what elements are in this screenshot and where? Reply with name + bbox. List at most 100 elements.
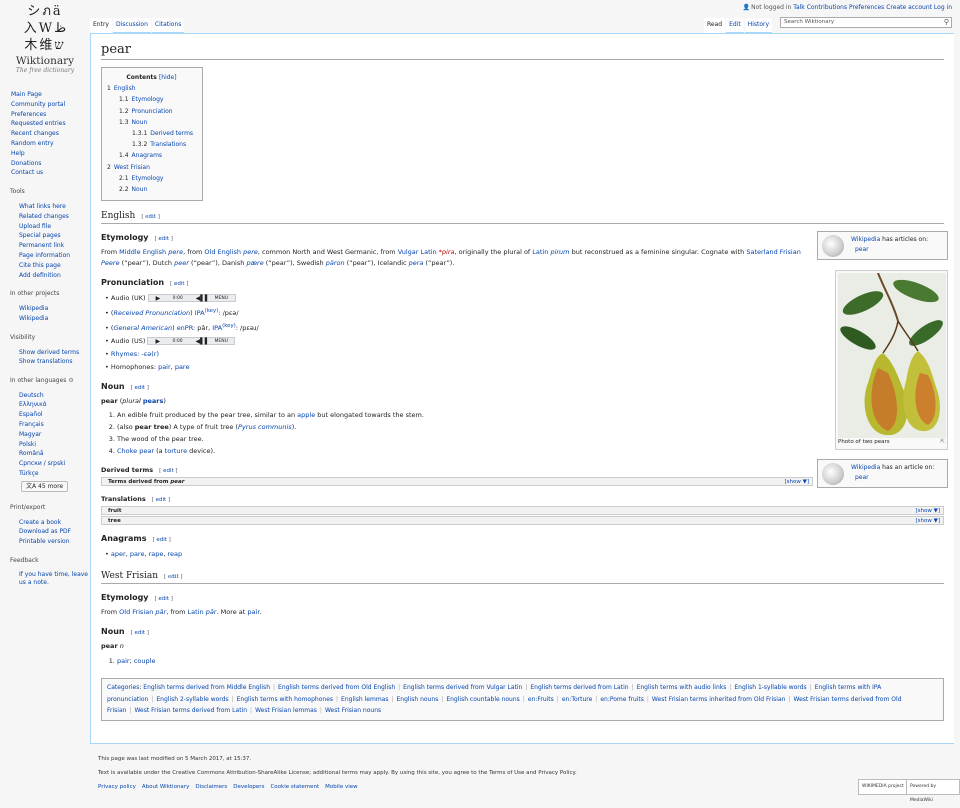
link-rhymes-label[interactable]: Rhymes: [111,350,141,358]
toc-item[interactable]: 1.3 Noun [107,117,196,128]
link-paere[interactable]: pære [246,259,263,267]
sidebar-lang-polski[interactable]: Polski [19,441,36,448]
sidebar-item-main-page[interactable]: Main Page [11,91,42,98]
link-enpr[interactable]: enPR [177,324,193,332]
sidebar-item-page-information[interactable]: Page information [19,252,70,259]
toc-item[interactable]: 1.3.2 Translations [107,139,196,150]
footer-link[interactable]: Privacy policy [98,784,136,790]
toc-item[interactable]: 1.4 Anagrams [107,150,196,161]
sidebar-item-help[interactable]: Help [11,150,25,157]
category-link[interactable]: West Frisian lemmas [255,707,317,714]
footer-link[interactable]: About Wiktionary [142,784,189,790]
sidebar-item-recent-changes[interactable]: Recent changes [11,130,59,137]
toc-item[interactable]: 1.1 Etymology [107,94,196,105]
link-torture[interactable]: torture [165,447,187,455]
category-link[interactable]: en:Fruits [528,696,554,703]
sidebar-item-add-definition[interactable]: Add definition [19,272,61,279]
pear-photo[interactable] [838,273,946,438]
wiktionary-logo[interactable]: シภä 入Wظ 木维ש Wiktionary The free dictiona… [0,0,90,84]
link-pere[interactable]: pere [168,248,183,256]
link-apple[interactable]: apple [297,411,315,419]
link-saterland-frisian[interactable]: Saterland Frisian [746,248,800,256]
show-derived-toggle[interactable]: [show ▼] [785,478,809,486]
tab-discussion[interactable]: Discussion [112,18,151,33]
wikipedia-link-1[interactable]: Wikipedia [851,236,880,243]
toc-item[interactable]: 2.1 Etymology [107,173,196,184]
edit-west-frisian[interactable]: edit [168,574,179,580]
sidebar-item-create-book[interactable]: Create a book [19,519,61,526]
link-pair[interactable]: pair [158,363,171,371]
link-reap[interactable]: reap [168,550,183,558]
link-wf-pair[interactable]: pair [117,657,130,665]
volume-icon[interactable]: ◀▌▌ [195,338,209,345]
category-link[interactable]: English terms derived from Middle Englis… [143,684,270,691]
login-link[interactable]: Log in [934,4,952,11]
menu-button[interactable]: MENU [214,338,227,345]
sidebar-item-related-changes[interactable]: Related changes [19,213,69,220]
tab-edit[interactable]: Edit [726,18,744,33]
category-link[interactable]: English terms derived from Vulgar Latin [403,684,522,691]
sidebar-lang-espanol[interactable]: Español [19,411,43,418]
play-icon[interactable]: ▶ [156,295,161,302]
link-latin[interactable]: Latin [532,248,548,256]
sidebar-item-download-pdf[interactable]: Download as PDF [19,528,71,535]
toc-item[interactable]: 1.2 Pronunciation [107,106,196,117]
volume-icon[interactable]: ◀▌▌ [196,295,210,302]
link-ipa[interactable]: IPA [195,309,205,317]
link-peer[interactable]: peer [174,259,189,267]
edit-pronunciation[interactable]: edit [174,281,185,287]
link-aper[interactable]: aper [111,550,126,558]
sidebar-item-permanent-link[interactable]: Permanent link [19,242,64,249]
link-pere-oe[interactable]: pere [243,248,258,256]
sidebar-item-donations[interactable]: Donations [11,160,41,167]
toc-item[interactable]: 1.3.1 Derived terms [107,128,196,139]
link-par[interactable]: pār [155,608,166,616]
footer-link[interactable]: Mobile view [325,784,357,790]
tab-history[interactable]: History [744,18,773,33]
categories-label[interactable]: Categories [107,684,139,691]
wikipedia-pear-link-2[interactable]: pear [855,474,869,481]
sidebar-item-upload-file[interactable]: Upload file [19,223,51,230]
sidebar-item-random-entry[interactable]: Random entry [11,140,54,147]
menu-button[interactable]: MENU [215,295,228,302]
enlarge-icon[interactable]: ⇱ [940,439,945,446]
tab-entry[interactable]: Entry [90,18,112,33]
category-link[interactable]: English terms with homophones [237,696,333,703]
contributions-link[interactable]: Contributions [807,4,847,11]
link-pira[interactable]: *pira [439,248,455,256]
category-link[interactable]: English countable nouns [446,696,519,703]
link-pair-more[interactable]: pair [247,608,259,616]
link-peere[interactable]: Peere [101,259,120,267]
toc-item[interactable]: 1 English [107,83,196,94]
category-link[interactable]: English 1-syllable words [734,684,806,691]
link-rape[interactable]: rape [149,550,164,558]
category-link[interactable]: English nouns [397,696,439,703]
category-link[interactable]: West Frisian terms inherited from Old Fr… [652,696,786,703]
link-received-pronunciation[interactable]: Received Pronunciation [113,309,190,317]
link-ipa-ga[interactable]: IPA [212,324,222,332]
sidebar-item-special-pages[interactable]: Special pages [19,232,61,239]
footer-link[interactable]: Disclaimers [195,784,227,790]
link-pyrus-communis[interactable]: Pyrus communis [238,423,292,431]
wikipedia-link-2[interactable]: Wikipedia [851,464,880,471]
category-link[interactable]: English terms derived from Latin [530,684,628,691]
talk-link[interactable]: Talk [793,4,805,11]
link-pare[interactable]: pare [175,363,190,371]
sidebar-item-show-derived-terms[interactable]: Show derived terms [19,349,79,356]
search-icon[interactable]: ⚲ [944,18,949,27]
search-input[interactable]: Search Wiktionary ⚲ [780,17,952,28]
sidebar-item-wikipedia-2[interactable]: Wikipedia [19,315,48,322]
category-link[interactable]: English 2-syllable words [156,696,228,703]
link-key[interactable]: (key) [205,308,219,314]
link-wf-couple[interactable]: couple [134,657,156,665]
category-link[interactable]: en:Pome fruits [600,696,644,703]
wikimedia-badge[interactable]: WIKIMEDIA project [858,779,908,795]
link-par-latin[interactable]: pār [206,608,217,616]
show-translations-fruit[interactable]: [show ▼] [916,507,940,515]
sidebar-lang-deutsch[interactable]: Deutsch [19,392,44,399]
category-link[interactable]: en:Torture [562,696,592,703]
sidebar-lang-romana[interactable]: Română [19,450,44,457]
toc-hide-toggle[interactable]: [hide] [159,74,177,81]
link-rhymes[interactable]: -ɛə(r) [141,350,159,358]
sidebar-item-cite-this-page[interactable]: Cite this page [19,262,61,269]
